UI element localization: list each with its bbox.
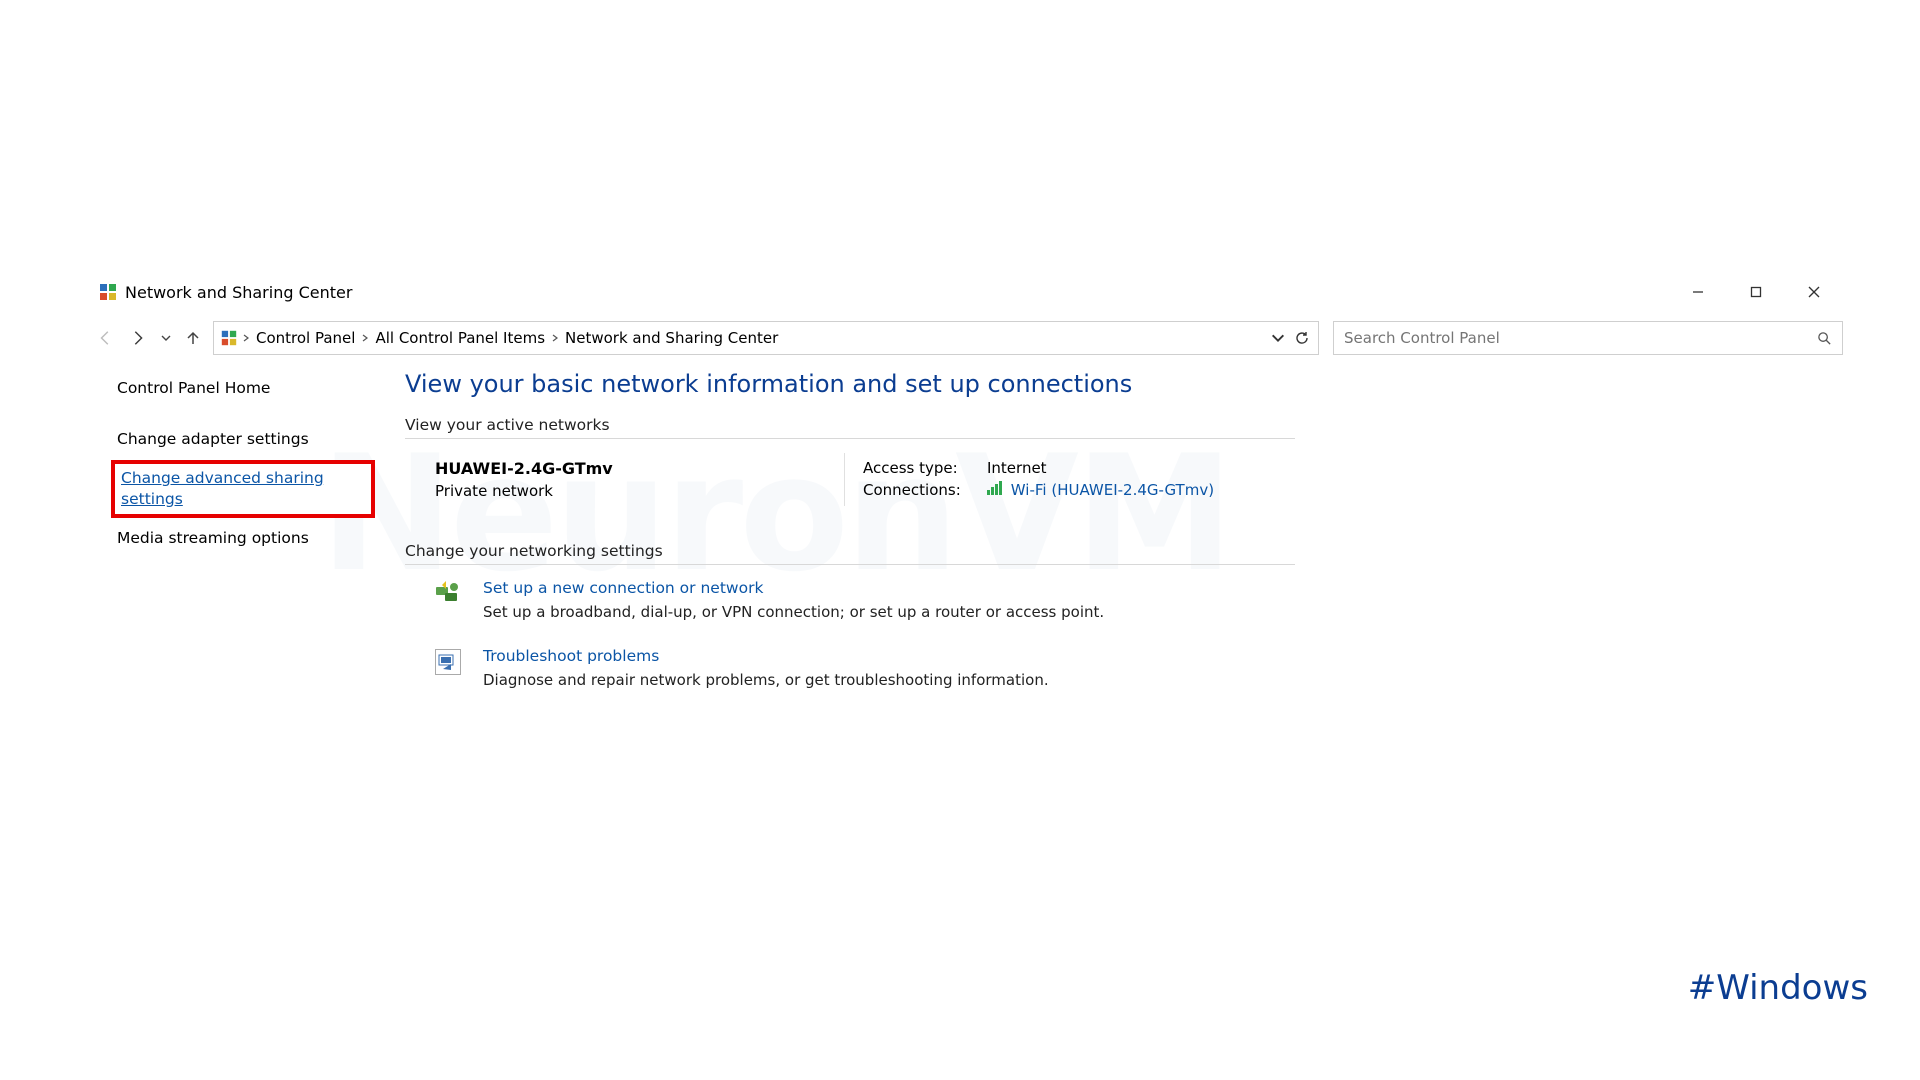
breadcrumb: Control Panel All Control Panel Items Ne… (238, 329, 1270, 347)
control-panel-window: Network and Sharing Center (95, 272, 1843, 689)
wifi-signal-icon (987, 481, 1002, 495)
window-title: Network and Sharing Center (125, 283, 352, 302)
chevron-down-icon[interactable] (1270, 330, 1286, 346)
breadcrumb-mid[interactable]: All Control Panel Items (375, 329, 545, 347)
hashtag-overlay: #Windows (1688, 968, 1868, 1008)
history-dropdown-icon[interactable] (161, 333, 171, 343)
connections-row: Connections: Wi-Fi (HUAWEI-2.4G-GTmv) (863, 481, 1295, 499)
minimize-button[interactable] (1669, 274, 1727, 310)
access-type-value: Internet (987, 459, 1047, 477)
navigation-toolbar: Control Panel All Control Panel Items Ne… (95, 318, 1843, 358)
chevron-right-icon (242, 334, 250, 342)
setup-connection-icon (435, 581, 461, 607)
network-right: Access type: Internet Connections: Wi-Fi… (845, 453, 1295, 506)
close-button[interactable] (1785, 274, 1843, 310)
active-networks-header: View your active networks (405, 416, 1295, 439)
settings-section: Change your networking settings Set up a… (405, 542, 1843, 689)
refresh-icon[interactable] (1294, 330, 1310, 346)
nav-icons (95, 329, 207, 347)
access-type-label: Access type: (863, 459, 967, 477)
network-name: HUAWEI-2.4G-GTmv (435, 459, 844, 478)
page-title: View your basic network information and … (405, 370, 1843, 398)
address-bar-right (1270, 330, 1318, 346)
option-description: Diagnose and repair network problems, or… (483, 671, 1049, 689)
sidebar-item-label: Media streaming options (117, 529, 309, 547)
sidebar-item-home[interactable]: Control Panel Home (111, 370, 375, 407)
network-left: HUAWEI-2.4G-GTmv Private network (405, 453, 845, 506)
main-panel: View your basic network information and … (385, 370, 1843, 689)
option-title[interactable]: Set up a new connection or network (483, 579, 1104, 597)
title-bar-left: Network and Sharing Center (99, 283, 352, 302)
maximize-button[interactable] (1727, 274, 1785, 310)
address-bar[interactable]: Control Panel All Control Panel Items Ne… (213, 321, 1319, 355)
breadcrumb-root[interactable]: Control Panel (256, 329, 355, 347)
control-panel-icon (99, 283, 117, 301)
access-type-row: Access type: Internet (863, 459, 1295, 477)
network-type: Private network (435, 482, 844, 500)
option-description: Set up a broadband, dial-up, or VPN conn… (483, 603, 1104, 621)
active-network-row: HUAWEI-2.4G-GTmv Private network Access … (405, 453, 1295, 506)
connection-link[interactable]: Wi-Fi (HUAWEI-2.4G-GTmv) (1011, 481, 1214, 499)
forward-button[interactable] (129, 329, 147, 347)
back-button[interactable] (97, 329, 115, 347)
search-bar[interactable] (1333, 321, 1843, 355)
option-troubleshoot: Troubleshoot problems Diagnose and repai… (405, 647, 1295, 689)
content-area: Control Panel Home Change adapter settin… (95, 370, 1843, 689)
sidebar-item-adapter[interactable]: Change adapter settings (111, 421, 375, 458)
option-setup-connection: Set up a new connection or network Set u… (405, 579, 1295, 621)
sidebar-item-label: Control Panel Home (117, 379, 270, 397)
option-body: Troubleshoot problems Diagnose and repai… (483, 647, 1049, 689)
breadcrumb-leaf[interactable]: Network and Sharing Center (565, 329, 778, 347)
address-bar-icon (221, 330, 237, 346)
connections-label: Connections: (863, 481, 967, 499)
sidebar-item-label: Change adapter settings (117, 430, 309, 448)
option-body: Set up a new connection or network Set u… (483, 579, 1104, 621)
window-controls (1669, 274, 1843, 310)
sidebar-item-media-streaming[interactable]: Media streaming options (111, 520, 375, 557)
chevron-right-icon (361, 334, 369, 342)
sidebar-item-advanced-sharing[interactable]: Change advanced sharing settings (111, 460, 375, 518)
chevron-right-icon (551, 334, 559, 342)
sidebar-item-label: Change advanced sharing settings (121, 469, 324, 508)
connection-value-wrap: Wi-Fi (HUAWEI-2.4G-GTmv) (987, 481, 1214, 499)
option-title[interactable]: Troubleshoot problems (483, 647, 1049, 665)
up-button[interactable] (185, 330, 201, 346)
troubleshoot-icon (435, 649, 461, 675)
change-settings-header: Change your networking settings (405, 542, 1295, 565)
sidebar: Control Panel Home Change adapter settin… (95, 370, 385, 689)
search-input[interactable] (1344, 329, 1817, 347)
title-bar: Network and Sharing Center (95, 272, 1843, 312)
search-icon[interactable] (1817, 331, 1832, 346)
